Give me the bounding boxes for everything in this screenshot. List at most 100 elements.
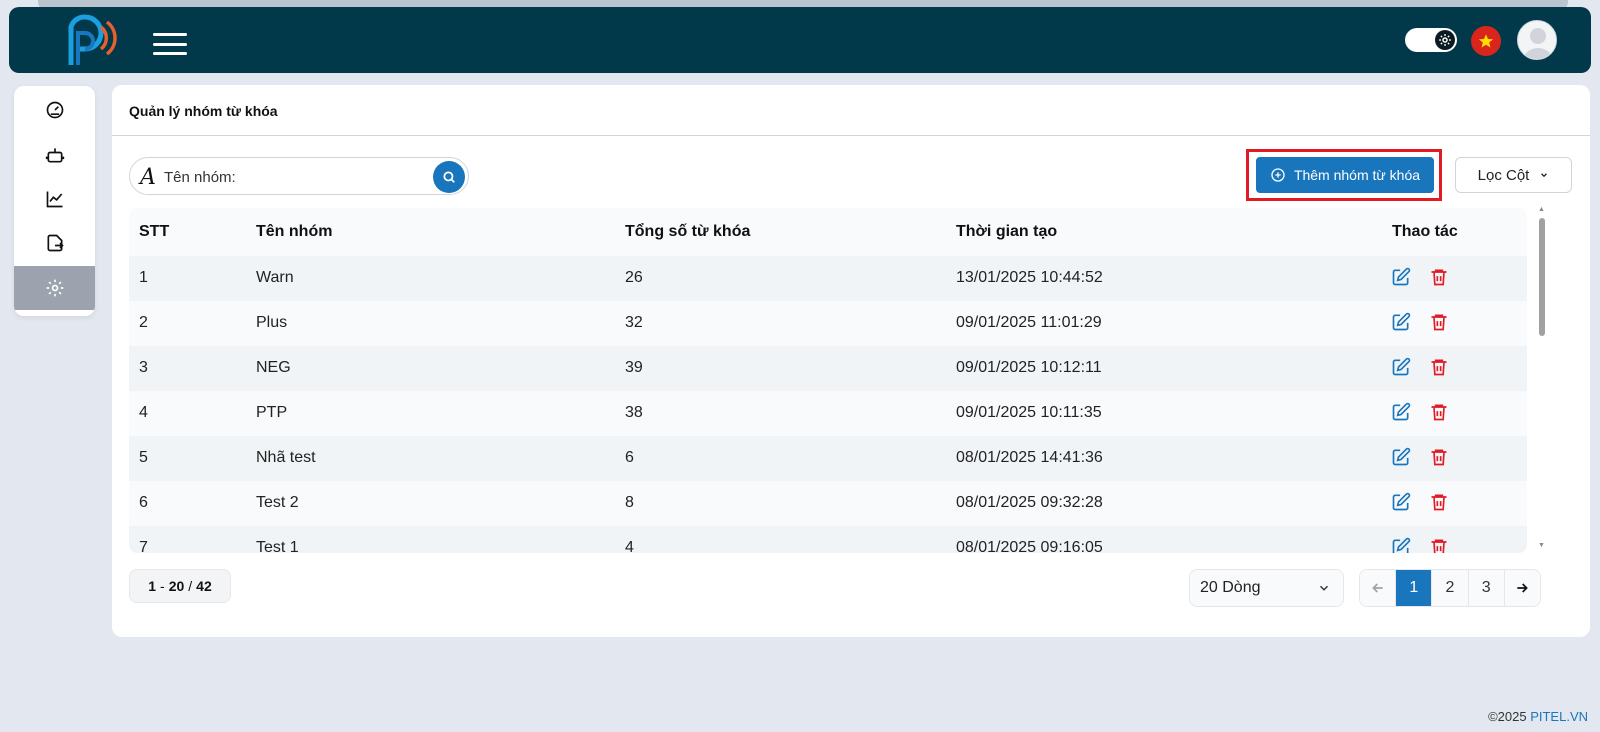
column-header: Tên nhóm [256,223,333,240]
chart-line-icon [46,191,62,208]
cell-stt: 4 [139,404,148,421]
cell-created: 09/01/2025 10:11:35 [956,404,1102,421]
search-input[interactable] [164,166,424,188]
arrow-right-icon [1517,583,1529,593]
cell-name: Warn [256,269,294,286]
settings-gear-icon [46,279,63,297]
title-divider [112,135,1590,136]
page-button[interactable]: 1 [1396,570,1433,606]
row-actions [1391,312,1449,332]
filter-columns-button[interactable]: Lọc Cột [1455,157,1572,193]
edit-icon[interactable] [1391,267,1411,287]
gear-icon [1435,30,1455,50]
chevron-down-icon [1541,173,1548,178]
row-actions [1391,447,1449,467]
cell-stt: 2 [139,314,148,331]
table-row: 4 PTP 38 09/01/2025 10:11:35 [129,391,1527,436]
sidebar-item-reports[interactable] [14,177,95,221]
rows-per-page-select[interactable]: 20 Dòng [1189,569,1344,607]
delete-icon[interactable] [1429,447,1449,467]
table-header: STT Tên nhóm Tổng số từ khóa Thời gian t… [129,208,1527,256]
cell-count: 4 [625,539,634,553]
delete-icon[interactable] [1429,357,1449,377]
search-icon [443,171,455,183]
column-header: STT [139,223,170,240]
cell-stt: 1 [139,269,148,286]
cell-created: 13/01/2025 10:44:52 [956,269,1103,286]
footer-brand-link[interactable]: PITEL.VN [1530,709,1588,724]
edit-icon[interactable] [1391,357,1411,377]
cell-created: 09/01/2025 10:12:11 [956,359,1102,376]
cell-created: 08/01/2025 09:32:28 [956,494,1103,511]
sidebar-item-dashboard[interactable] [14,88,95,132]
hamburger-icon[interactable] [153,33,187,55]
text-field-icon: A [140,165,156,190]
delete-icon[interactable] [1429,312,1449,332]
column-header: Thao tác [1392,223,1458,240]
search-button[interactable] [433,161,465,193]
delete-icon[interactable] [1429,267,1449,287]
next-page-button[interactable] [1504,570,1540,606]
range-separator: - [160,578,165,594]
keyword-group-table: STT Tên nhóm Tổng số từ khóa Thời gian t… [129,208,1527,553]
record-range: 1 - 20 / 42 [129,569,231,603]
page-button[interactable]: 3 [1468,570,1505,606]
column-header: Tổng số từ khóa [625,223,751,240]
arrow-left-icon [1371,583,1383,593]
pagination: 1 2 3 [1359,569,1541,607]
page-title: Quản lý nhóm từ khóa [129,103,278,119]
cell-count: 26 [625,269,643,286]
cell-stt: 6 [139,494,148,511]
table-row: 6 Test 2 8 08/01/2025 09:32:28 [129,481,1527,526]
sidebar-item-settings[interactable] [14,266,95,310]
cell-count: 32 [625,314,643,331]
scroll-down-icon[interactable]: ▼ [1538,542,1545,549]
cell-created: 08/01/2025 14:41:36 [956,449,1103,466]
cell-created: 09/01/2025 11:01:29 [956,314,1102,331]
main-card: Quản lý nhóm từ khóa A Thêm nhóm từ khóa… [112,85,1590,637]
file-export-icon [47,234,64,252]
row-actions [1391,537,1449,553]
cell-name: Test 1 [256,539,299,553]
chevron-down-icon [1319,585,1329,591]
row-actions [1391,267,1449,287]
edit-icon[interactable] [1391,447,1411,467]
row-actions [1391,402,1449,422]
sidebar-item-export[interactable] [14,221,95,265]
dashboard-gauge-icon [46,101,63,119]
delete-icon[interactable] [1429,402,1449,422]
cell-stt: 3 [139,359,148,376]
scroll-up-icon[interactable]: ▲ [1538,206,1545,213]
range-end: 20 [168,578,185,594]
footer: ©2025 PITEL.VN [1488,709,1588,724]
cell-name: NEG [256,359,291,376]
cell-count: 39 [625,359,643,376]
edit-icon[interactable] [1391,402,1411,422]
cell-name: PTP [256,404,288,421]
theme-toggle[interactable] [1405,28,1457,52]
edit-icon[interactable] [1391,492,1411,512]
add-keyword-group-button[interactable]: Thêm nhóm từ khóa [1256,157,1434,193]
edit-icon[interactable] [1391,537,1411,553]
rows-per-page-value: 20 Dòng [1200,579,1261,596]
sidebar [14,86,95,316]
delete-icon[interactable] [1429,537,1449,553]
app-logo[interactable] [57,13,117,71]
delete-icon[interactable] [1429,492,1449,512]
table-scrollbar[interactable]: ▲ ▼ [1537,206,1547,552]
scrollbar-thumb[interactable] [1539,218,1545,336]
table-row: 2 Plus 32 09/01/2025 11:01:29 [129,301,1527,346]
vietnam-flag-icon[interactable] [1471,26,1501,56]
user-avatar-icon[interactable] [1517,20,1557,60]
prev-page-button[interactable] [1360,570,1397,606]
cell-count: 6 [625,449,634,466]
edit-icon[interactable] [1391,312,1411,332]
cell-name: Plus [256,314,288,331]
page-button[interactable]: 2 [1432,570,1469,606]
bot-icon [45,148,64,163]
add-button-label: Thêm nhóm từ khóa [1293,167,1421,183]
cell-stt: 7 [139,539,148,553]
table-row: 5 Nhã test 6 08/01/2025 14:41:36 [129,436,1527,481]
sidebar-item-bot[interactable] [14,133,95,177]
row-actions [1391,492,1449,512]
